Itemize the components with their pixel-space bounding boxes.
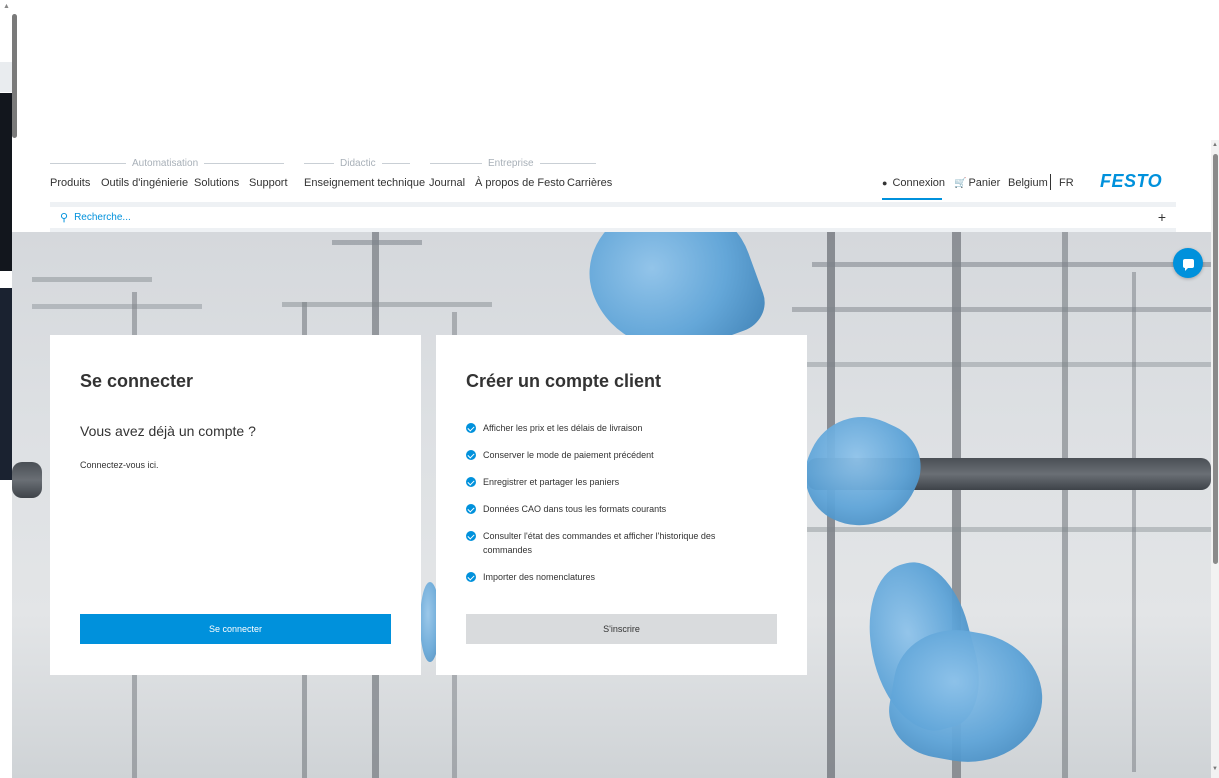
login-card: Se connecter Vous avez déjà un compte ? …: [50, 335, 421, 675]
login-button[interactable]: Se connecter: [80, 614, 391, 644]
search-input[interactable]: Recherche...: [74, 212, 131, 223]
nav-item-solutions[interactable]: Solutions: [194, 177, 239, 189]
check-circle-icon: [466, 531, 476, 541]
nav-item-journal[interactable]: Journal: [429, 177, 465, 189]
check-circle-icon: [466, 450, 476, 460]
list-item: Données CAO dans tous les formats couran…: [466, 502, 766, 516]
register-benefits-list: Afficher les prix et les délais de livra…: [466, 421, 766, 597]
page-scrollbar[interactable]: ▲ ▼: [1211, 140, 1219, 778]
search-icon: ⚲: [60, 212, 69, 224]
list-item: Importer des nomenclatures: [466, 570, 766, 584]
check-circle-icon: [466, 423, 476, 433]
check-circle-icon: [466, 504, 476, 514]
user-icon: ●: [882, 178, 888, 188]
country-selector[interactable]: Belgium: [1008, 177, 1048, 189]
group-entreprise: Entreprise: [430, 158, 605, 169]
nav-item-support[interactable]: Support: [249, 177, 288, 189]
nav-item-enseignement-technique[interactable]: Enseignement technique: [304, 177, 425, 189]
cart-icon: 🛒: [954, 177, 967, 189]
login-hint: Connectez-vous ici.: [80, 460, 159, 470]
group-automatisation: Automatisation: [50, 158, 286, 169]
group-didactic: Didactic: [304, 158, 410, 169]
festo-logo[interactable]: FESTO: [1100, 171, 1162, 192]
language-divider: [1050, 174, 1051, 190]
nav-item-outils-ingenierie[interactable]: Outils d'ingénierie: [101, 177, 188, 189]
scroll-down-arrow-icon[interactable]: ▼: [1212, 766, 1218, 772]
cart-link[interactable]: 🛒 Panier: [954, 177, 1000, 189]
list-item: Consulter l'état des commandes et affich…: [466, 529, 766, 557]
outer-scrollbar-thumb[interactable]: [12, 14, 17, 138]
page-scrollbar-thumb[interactable]: [1213, 154, 1218, 564]
site-header: Automatisation Didactic Entreprise Produ…: [50, 158, 1176, 202]
chat-bubble-icon: [1182, 258, 1194, 271]
connexion-active-underline: [882, 198, 942, 200]
chat-button[interactable]: [1173, 248, 1203, 278]
nav-item-a-propos[interactable]: À propos de Festo: [475, 177, 565, 189]
check-circle-icon: [466, 572, 476, 582]
list-item: Afficher les prix et les délais de livra…: [466, 421, 766, 435]
scroll-up-arrow-icon[interactable]: ▲: [1212, 142, 1218, 148]
language-selector[interactable]: FR: [1059, 177, 1074, 189]
login-subtitle: Vous avez déjà un compte ?: [80, 423, 256, 439]
list-item: Enregistrer et partager les paniers: [466, 475, 766, 489]
search-bar[interactable]: ⚲ Recherche... +: [50, 207, 1176, 228]
login-title: Se connecter: [80, 371, 194, 391]
expand-search-icon[interactable]: +: [1158, 209, 1166, 225]
register-button[interactable]: S'inscrire: [466, 614, 777, 644]
register-title: Créer un compte client: [466, 371, 662, 391]
nav-item-produits[interactable]: Produits: [50, 177, 90, 189]
register-card: Créer un compte client Afficher les prix…: [436, 335, 807, 675]
check-circle-icon: [466, 477, 476, 487]
list-item: Conserver le mode de paiement précédent: [466, 448, 766, 462]
nav-item-carrieres[interactable]: Carrières: [567, 177, 612, 189]
